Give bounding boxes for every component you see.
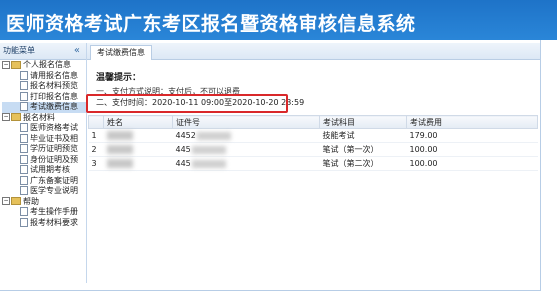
- collapse-toggle-icon[interactable]: −: [2, 113, 10, 121]
- name-cell: [103, 142, 173, 157]
- menu-group-personal[interactable]: − 个人报名信息: [2, 60, 86, 71]
- menu-item-material-4[interactable]: 身份证明及预: [2, 154, 86, 166]
- id-cell: 445: [172, 156, 320, 171]
- menu-item-material-6[interactable]: 广东备案证明: [2, 175, 86, 187]
- document-icon: [20, 154, 28, 164]
- menu-item-material-2[interactable]: 毕业证书及相: [2, 133, 86, 145]
- menu-item-preview[interactable]: 报名材料预览: [2, 81, 86, 92]
- collapse-toggle-icon[interactable]: −: [2, 60, 10, 69]
- name-cell: [103, 128, 173, 143]
- collapse-toggle-icon[interactable]: −: [2, 197, 10, 205]
- document-icon: [20, 102, 28, 111]
- document-icon: [20, 217, 28, 227]
- menu-group-help[interactable]: − 帮助: [2, 197, 86, 208]
- menu-item-material-7[interactable]: 医学专业说明: [2, 186, 86, 197]
- document-icon: [20, 91, 28, 101]
- header-id: 证件号: [172, 115, 320, 129]
- menu-item-print[interactable]: 打印报名信息: [2, 91, 86, 103]
- sidebar-title: 功能菜单: [3, 46, 35, 55]
- menu-item-manual[interactable]: 考生操作手册: [2, 207, 86, 218]
- app-title: 医师资格考试广东考区报名暨资格审核信息系统: [6, 13, 416, 35]
- menu-item-requirements[interactable]: 报考材料要求: [2, 217, 86, 229]
- payment-table: 姓名 证件号 考试科目 考试费用 1 4452 技能考试 179.00 2 44…: [88, 115, 538, 171]
- redacted-id: [191, 159, 226, 168]
- document-icon: [20, 175, 28, 185]
- id-cell: 445: [172, 142, 320, 157]
- row-index: 2: [88, 142, 104, 157]
- row-index: 3: [88, 156, 104, 171]
- menu-item-material-5[interactable]: 试用期考核: [2, 165, 86, 176]
- document-icon: [20, 70, 28, 80]
- document-icon: [20, 186, 28, 195]
- name-cell: [103, 156, 173, 171]
- redacted-name: [106, 131, 133, 140]
- redacted-name: [106, 159, 133, 168]
- menu-item-payment[interactable]: 考试缴费信息: [2, 102, 86, 113]
- menu-item-apply-info[interactable]: 请用报名信息: [2, 70, 86, 82]
- document-icon: [20, 133, 28, 143]
- menu-item-material-1[interactable]: 医师资格考试: [2, 123, 86, 134]
- subject-cell: 笔试（第一次）: [319, 142, 407, 157]
- table-header-row: 姓名 证件号 考试科目 考试费用: [88, 115, 538, 129]
- header-name: 姓名: [103, 115, 173, 129]
- collapse-icon[interactable]: «: [74, 43, 80, 59]
- app-header: 医师资格考试广东考区报名暨资格审核信息系统: [0, 0, 557, 40]
- id-cell: 4452: [172, 128, 320, 143]
- fee-cell: 100.00: [406, 156, 538, 171]
- tips-title: 温馨提示：: [96, 73, 142, 83]
- menu-tree: − 个人报名信息 请用报名信息 报名材料预览 打印报名信息 考试缴费信息 − 报名材…: [0, 60, 86, 228]
- redacted-name: [106, 145, 133, 154]
- document-icon: [20, 144, 28, 153]
- tab-payment-info[interactable]: 考试缴费信息: [90, 45, 152, 60]
- document-icon: [20, 207, 28, 216]
- fee-cell: 100.00: [406, 142, 538, 157]
- tab-bar: 考试缴费信息: [87, 43, 540, 60]
- redacted-id: [196, 131, 231, 140]
- folder-icon: [11, 113, 21, 121]
- menu-group-materials[interactable]: − 报名材料: [2, 113, 86, 124]
- table-row[interactable]: 1 4452 技能考试 179.00: [88, 128, 538, 143]
- highlight-box: [86, 94, 288, 113]
- folder-icon: [11, 60, 21, 69]
- folder-icon: [11, 197, 21, 205]
- document-icon: [20, 165, 28, 174]
- table-row[interactable]: 2 445 笔试（第一次） 100.00: [88, 142, 538, 157]
- table-row[interactable]: 3 445 笔试（第二次） 100.00: [88, 156, 538, 171]
- header-index: [88, 115, 104, 129]
- document-icon: [20, 123, 28, 132]
- fee-cell: 179.00: [406, 128, 538, 143]
- document-icon: [20, 81, 28, 90]
- menu-item-material-3[interactable]: 学历证明预览: [2, 144, 86, 155]
- sidebar: 功能菜单 « − 个人报名信息 请用报名信息 报名材料预览 打印报名信息 考试缴费…: [0, 43, 87, 283]
- header-fee: 考试费用: [406, 115, 538, 129]
- header-subject: 考试科目: [319, 115, 407, 129]
- subject-cell: 笔试（第二次）: [319, 156, 407, 171]
- subject-cell: 技能考试: [319, 128, 407, 143]
- redacted-id: [191, 145, 226, 154]
- sidebar-header: 功能菜单 «: [0, 43, 86, 60]
- row-index: 1: [88, 128, 104, 143]
